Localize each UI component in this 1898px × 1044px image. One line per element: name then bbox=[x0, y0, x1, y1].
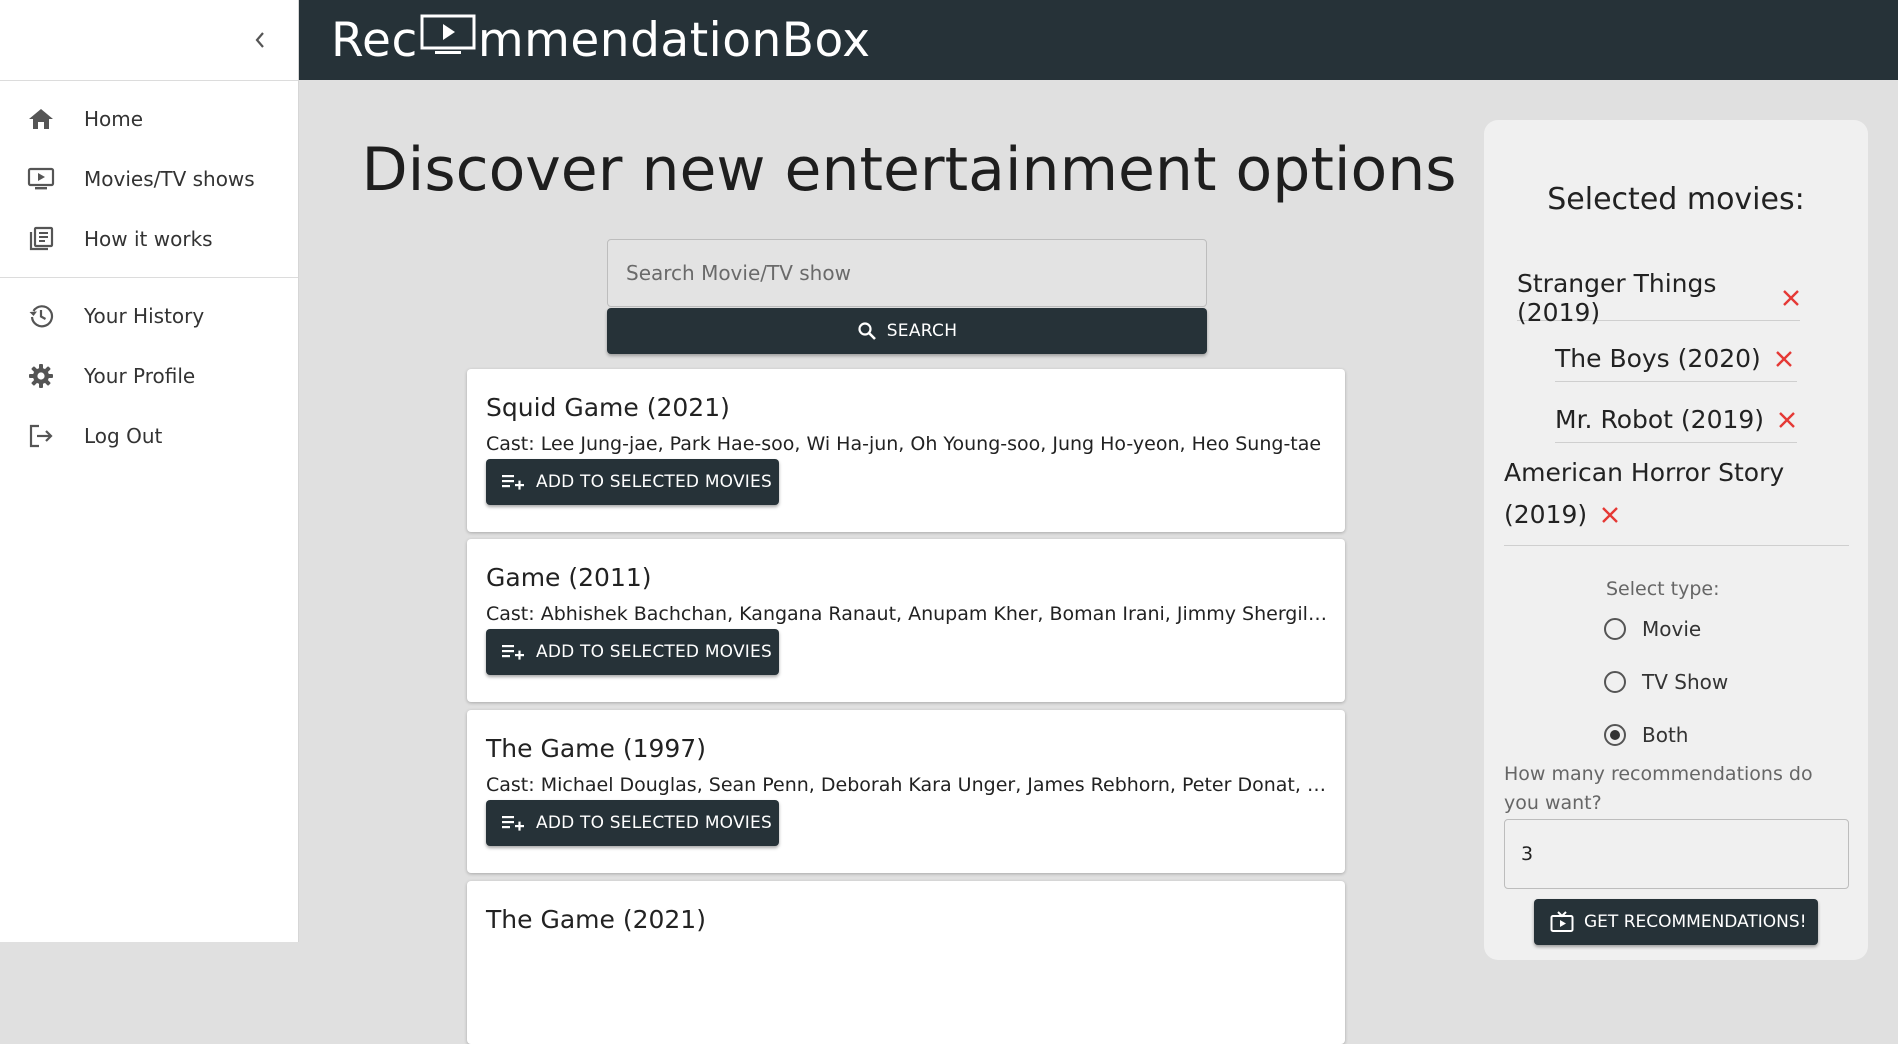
radio-label: Movie bbox=[1642, 617, 1702, 641]
get-recommendations-button[interactable]: GET RECOMMENDATIONS! bbox=[1534, 899, 1818, 945]
search-input[interactable] bbox=[608, 240, 1206, 306]
sidebar-item-how-it-works[interactable]: How it works bbox=[0, 209, 298, 269]
type-label: Select type: bbox=[1606, 578, 1720, 600]
selected-movie-item: American Horror Story (2019) bbox=[1504, 450, 1849, 546]
add-to-selected-button[interactable]: ADD TO SELECTED MOVIES bbox=[486, 629, 779, 675]
result-card: The Game (1997) Cast: Michael Douglas, S… bbox=[467, 710, 1345, 873]
close-icon bbox=[1775, 350, 1792, 367]
nav-primary: Home Movies/TV shows How it works bbox=[0, 81, 298, 277]
selected-movie-title: Mr. Robot (2019) bbox=[1555, 405, 1765, 434]
tv-logo-icon bbox=[419, 11, 477, 69]
result-card: Squid Game (2021) Cast: Lee Jung-jae, Pa… bbox=[467, 369, 1345, 532]
selected-movie-title: The Boys (2020) bbox=[1555, 344, 1761, 373]
sidebar-item-logout[interactable]: Log Out bbox=[0, 406, 298, 466]
remove-selected-button[interactable] bbox=[1778, 411, 1796, 429]
recommendation-count-field[interactable] bbox=[1504, 819, 1849, 889]
app-logo[interactable]: Rec mmendationBox bbox=[331, 11, 871, 69]
panel-title: Selected movies: bbox=[1547, 182, 1805, 217]
result-title: Game (2011) bbox=[486, 563, 652, 592]
add-button-label: ADD TO SELECTED MOVIES bbox=[536, 642, 772, 662]
sidebar-header bbox=[0, 0, 298, 81]
gear-icon bbox=[26, 361, 56, 391]
remove-selected-button[interactable] bbox=[1782, 289, 1800, 307]
sidebar-item-movies-tv[interactable]: Movies/TV shows bbox=[0, 149, 298, 209]
add-button-label: ADD TO SELECTED MOVIES bbox=[536, 813, 772, 833]
remove-selected-button[interactable] bbox=[1601, 506, 1619, 524]
close-icon bbox=[1779, 411, 1795, 428]
result-title: The Game (2021) bbox=[486, 905, 706, 934]
recommendation-count-input[interactable] bbox=[1505, 820, 1848, 888]
result-card: Game (2011) Cast: Abhishek Bachchan, Kan… bbox=[467, 539, 1345, 702]
search-icon bbox=[858, 322, 876, 340]
playlist-add-icon bbox=[502, 641, 524, 663]
selected-movie-item: Mr. Robot (2019) bbox=[1555, 397, 1797, 443]
live-tv-icon bbox=[1550, 910, 1574, 934]
get-recommendations-label: GET RECOMMENDATIONS! bbox=[1584, 912, 1807, 932]
radio-tv-show[interactable]: TV Show bbox=[1604, 670, 1728, 694]
search-field[interactable] bbox=[607, 239, 1207, 307]
result-cast: Cast: Abhishek Bachchan, Kangana Ranaut,… bbox=[486, 603, 1328, 625]
add-button-label: ADD TO SELECTED MOVIES bbox=[536, 472, 772, 492]
selected-movie-year: (2019) bbox=[1504, 500, 1588, 529]
tv-play-icon bbox=[26, 164, 56, 194]
result-cast: Cast: Lee Jung-jae, Park Hae-soo, Wi Ha-… bbox=[486, 433, 1322, 455]
search-button-label: SEARCH bbox=[886, 321, 958, 341]
history-icon bbox=[26, 301, 56, 331]
sidebar-item-label: Movies/TV shows bbox=[84, 167, 255, 191]
sidebar-item-label: Your Profile bbox=[84, 364, 196, 388]
collapse-sidebar-button[interactable] bbox=[248, 28, 272, 52]
chevron-left-icon bbox=[255, 32, 264, 48]
selected-movies-panel: Selected movies: Stranger Things (2019) … bbox=[1484, 120, 1868, 960]
add-to-selected-button[interactable]: ADD TO SELECTED MOVIES bbox=[486, 459, 779, 505]
result-cast: Cast: Michael Douglas, Sean Penn, Debora… bbox=[486, 774, 1328, 796]
sidebar: Home Movies/TV shows How it works Your H… bbox=[0, 0, 299, 942]
add-to-selected-button[interactable]: ADD TO SELECTED MOVIES bbox=[486, 800, 779, 846]
app-header: Rec mmendationBox bbox=[299, 0, 1898, 80]
playlist-add-icon bbox=[502, 471, 524, 493]
radio-button[interactable] bbox=[1604, 618, 1626, 640]
sidebar-item-label: How it works bbox=[84, 227, 213, 251]
close-icon bbox=[1783, 289, 1799, 306]
sidebar-item-label: Your History bbox=[84, 304, 205, 328]
radio-label: TV Show bbox=[1642, 670, 1729, 694]
result-title: Squid Game (2021) bbox=[486, 393, 730, 422]
playlist-add-icon bbox=[502, 812, 524, 834]
radio-both[interactable]: Both bbox=[1604, 723, 1688, 747]
radio-button[interactable] bbox=[1604, 671, 1626, 693]
radio-button-checked[interactable] bbox=[1604, 724, 1626, 746]
sidebar-item-home[interactable]: Home bbox=[0, 89, 298, 149]
close-icon bbox=[1602, 506, 1618, 523]
sidebar-item-label: Home bbox=[84, 107, 144, 131]
logo-text-end: mmendationBox bbox=[477, 12, 871, 68]
recommendation-count-label: How many recommendations do you want? bbox=[1504, 763, 1813, 814]
selected-movie-item: The Boys (2020) bbox=[1555, 336, 1797, 382]
logo-text-start: Rec bbox=[331, 12, 418, 68]
search-button[interactable]: SEARCH bbox=[607, 308, 1207, 354]
sidebar-item-history[interactable]: Your History bbox=[0, 286, 298, 346]
result-title: The Game (1997) bbox=[486, 734, 706, 763]
home-icon bbox=[26, 104, 56, 134]
result-card: The Game (2021) bbox=[467, 881, 1345, 1044]
nav-secondary: Your History Your Profile Log Out bbox=[0, 277, 298, 474]
main-content: Discover new entertainment options SEARC… bbox=[299, 80, 1484, 1044]
selected-movie-title-row: (2019) bbox=[1504, 500, 1849, 529]
page-title: Discover new entertainment options bbox=[361, 135, 1457, 205]
radio-movie[interactable]: Movie bbox=[1604, 617, 1701, 641]
selected-movie-item: Stranger Things (2019) bbox=[1517, 269, 1800, 327]
sidebar-item-profile[interactable]: Your Profile bbox=[0, 346, 298, 406]
remove-selected-button[interactable] bbox=[1775, 350, 1793, 368]
sidebar-item-label: Log Out bbox=[84, 424, 163, 448]
radio-label: Both bbox=[1642, 723, 1689, 747]
library-books-icon bbox=[26, 224, 56, 254]
selected-movie-title: Stranger Things (2019) bbox=[1517, 268, 1717, 327]
logout-icon bbox=[26, 421, 56, 451]
selected-movie-title: American Horror Story bbox=[1504, 458, 1785, 487]
